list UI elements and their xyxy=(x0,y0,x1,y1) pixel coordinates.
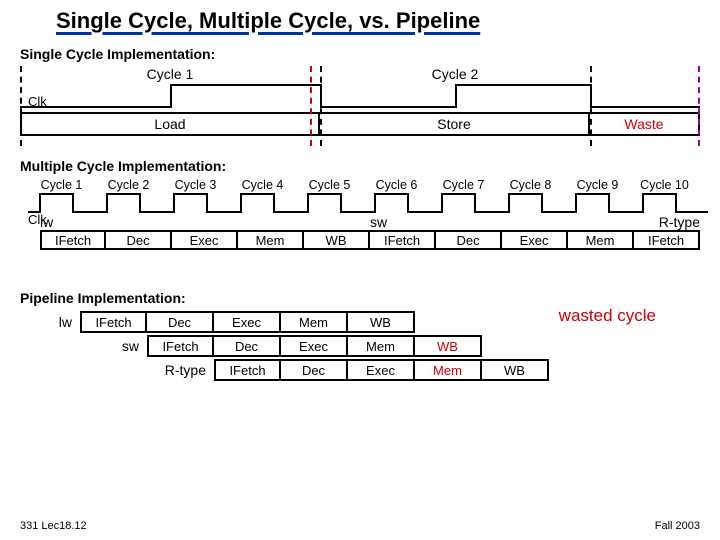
mc-cycle-label: Cycle 6 xyxy=(363,178,430,192)
stage-cell: IFetch xyxy=(147,335,214,357)
stage-cell: WB xyxy=(348,311,415,333)
clock-waveform xyxy=(28,192,708,214)
stage-cell: IFetch xyxy=(370,230,436,250)
pipeline-diagram: wasted cycle lw IFetch Dec Exec Mem WB s… xyxy=(20,310,700,382)
multi-cycle-instr-tags: lw sw R-type xyxy=(40,214,700,230)
clk-label-2: Clk xyxy=(28,212,47,227)
mc-cycle-label: Cycle 2 xyxy=(95,178,162,192)
footer: 331 Lec18.12 Fall 2003 xyxy=(20,520,700,532)
stage-cell: IFetch xyxy=(80,311,147,333)
stage-cell: IFetch xyxy=(40,230,106,250)
stage-cell: Dec xyxy=(214,335,281,357)
single-cycle-diagram: Cycle 1 Cycle 2 Clk Load Store Waste xyxy=(20,66,700,146)
section-pipeline: Pipeline Implementation: xyxy=(20,290,720,306)
sw-tag: sw xyxy=(370,214,634,230)
stage-cell: IFetch xyxy=(214,359,281,381)
stage-cell: Exec xyxy=(172,230,238,250)
stage-cell: Mem xyxy=(348,335,415,357)
stage-cell: Exec xyxy=(214,311,281,333)
mc-cycle-label: Cycle 5 xyxy=(296,178,363,192)
stage-cell: Mem xyxy=(568,230,634,250)
sw-label: sw xyxy=(87,338,147,354)
single-cycle-instructions: Load Store Waste xyxy=(20,112,700,136)
wasted-cycle-label: wasted cycle xyxy=(559,306,656,326)
footer-right: Fall 2003 xyxy=(655,520,700,532)
slide-title: Single Cycle, Multiple Cycle, vs. Pipeli… xyxy=(0,0,720,34)
mc-cycle-label: Cycle 7 xyxy=(430,178,497,192)
cycle-2-label: Cycle 2 xyxy=(320,66,590,82)
section-single-cycle: Single Cycle Implementation: xyxy=(20,46,720,62)
stage-cell: IFetch xyxy=(634,230,700,250)
stage-cell: Mem xyxy=(281,311,348,333)
mc-cycle-label: Cycle 3 xyxy=(162,178,229,192)
lw-label: lw xyxy=(20,314,80,330)
mc-cycle-label: Cycle 9 xyxy=(564,178,631,192)
stage-cell: Dec xyxy=(436,230,502,250)
mc-cycle-label: Cycle 1 xyxy=(28,178,95,192)
stage-cell-wasted: WB xyxy=(415,335,482,357)
pipeline-row-rtype: R-type IFetch Dec Exec Mem WB xyxy=(20,358,700,382)
rtype-label: R-type xyxy=(154,362,214,378)
cycle-1-label: Cycle 1 xyxy=(20,66,320,82)
multi-cycle-labels: Cycle 1 Cycle 2 Cycle 3 Cycle 4 Cycle 5 … xyxy=(28,178,700,192)
rtype-tag: R-type xyxy=(634,214,700,230)
footer-left: 331 Lec18.12 xyxy=(20,520,87,532)
stage-cell: Dec xyxy=(281,359,348,381)
multi-cycle-stages: IFetch Dec Exec Mem WB IFetch Dec Exec M… xyxy=(40,230,700,250)
stage-cell: Dec xyxy=(147,311,214,333)
stage-cell: Dec xyxy=(106,230,172,250)
stage-cell: Exec xyxy=(502,230,568,250)
waste-box: Waste xyxy=(590,112,700,136)
mc-cycle-label: Cycle 4 xyxy=(229,178,296,192)
stage-cell: Exec xyxy=(348,359,415,381)
store-box: Store xyxy=(320,112,590,136)
single-cycle-clock xyxy=(20,84,700,108)
load-box: Load xyxy=(20,112,320,136)
section-multi-cycle: Multiple Cycle Implementation: xyxy=(20,158,720,174)
multi-cycle-clock xyxy=(28,192,700,214)
lw-tag: lw xyxy=(40,214,370,230)
stage-cell: Mem xyxy=(238,230,304,250)
stage-cell: Exec xyxy=(281,335,348,357)
pipeline-row-sw: sw IFetch Dec Exec Mem WB xyxy=(20,334,700,358)
multi-cycle-diagram: Cycle 1 Cycle 2 Cycle 3 Cycle 4 Cycle 5 … xyxy=(20,178,700,278)
mc-cycle-label: Cycle 10 xyxy=(631,178,698,192)
mc-cycle-label: Cycle 8 xyxy=(497,178,564,192)
stage-cell: WB xyxy=(304,230,370,250)
stage-cell: WB xyxy=(482,359,549,381)
stage-cell-wasted: Mem xyxy=(415,359,482,381)
